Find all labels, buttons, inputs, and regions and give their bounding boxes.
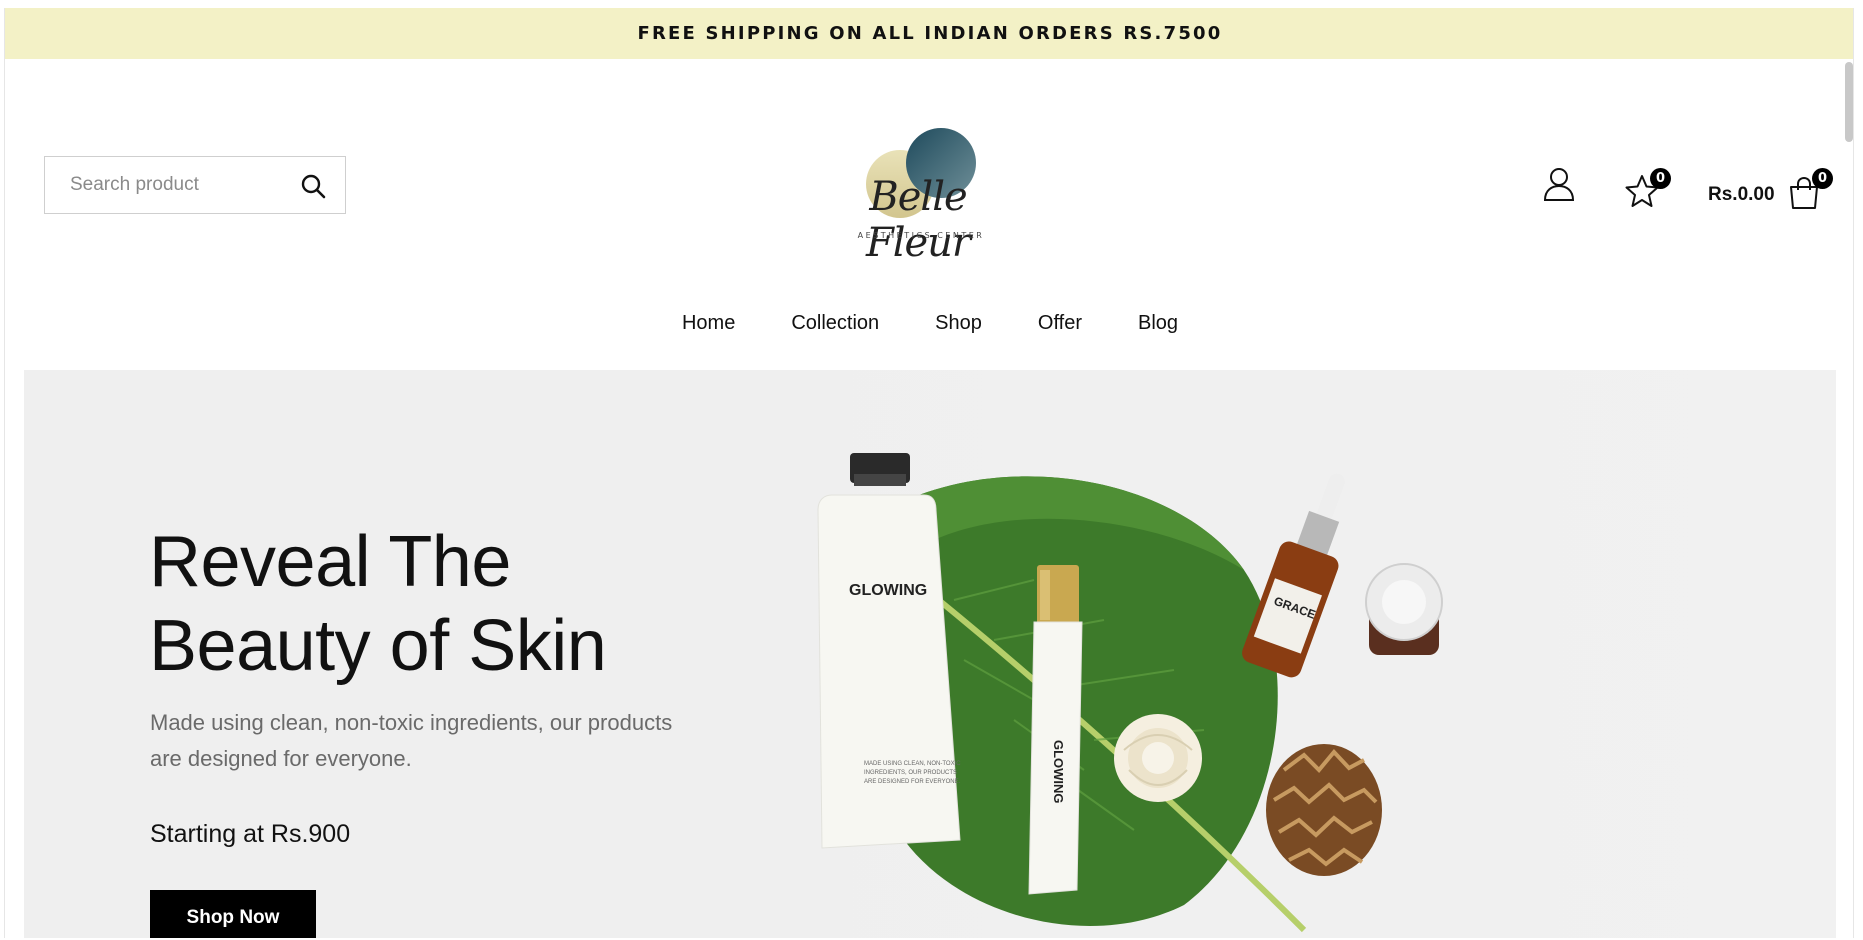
announcement-text: FREE SHIPPING ON ALL INDIAN ORDERS RS.75… (637, 23, 1223, 44)
hero-price: Starting at Rs.900 (150, 820, 351, 848)
tube-large-label: GLOWING (849, 582, 927, 599)
cart-total[interactable]: Rs.0.00 (1708, 184, 1775, 206)
site-logo[interactable]: Belle Fleur AESTHETICS CENTER (823, 126, 1013, 266)
logo-tagline: AESTHETICS CENTER (857, 231, 985, 240)
nav-shop[interactable]: Shop (935, 312, 982, 335)
search-icon[interactable] (299, 172, 327, 200)
small-jar (1365, 563, 1443, 655)
svg-text:INGREDIENTS, OUR PRODUCTS: INGREDIENTS, OUR PRODUCTS (864, 770, 957, 776)
search-box[interactable] (44, 156, 346, 214)
main-nav: Home Collection Shop Offer Blog (5, 312, 1853, 335)
account-icon[interactable] (1542, 166, 1576, 202)
nav-home[interactable]: Home (682, 312, 735, 335)
nav-blog[interactable]: Blog (1138, 312, 1178, 335)
pine-cone (1266, 744, 1382, 876)
nav-collection[interactable]: Collection (791, 312, 879, 335)
svg-text:ARE DESIGNED FOR EVERYONE.: ARE DESIGNED FOR EVERYONE. (864, 779, 961, 785)
search-input[interactable] (70, 174, 290, 196)
scrollbar[interactable] (1845, 62, 1853, 142)
svg-text:MADE USING CLEAN, NON-TOXIC: MADE USING CLEAN, NON-TOXIC (864, 761, 961, 767)
nav-offer[interactable]: Offer (1038, 312, 1082, 335)
hero-description: Made using clean, non-toxic ingredients,… (150, 710, 673, 771)
shop-now-button[interactable]: Shop Now (150, 890, 316, 938)
wishlist-count-badge: 0 (1650, 168, 1671, 189)
announcement-bar: FREE SHIPPING ON ALL INDIAN ORDERS RS.75… (5, 8, 1853, 59)
cart-button[interactable]: 0 (1787, 168, 1842, 213)
hero-title-line2: Beauty of Skin (149, 606, 607, 686)
hero-product-image: GLOWING MADE USING CLEAN, NON-TOXIC INGR… (704, 370, 1836, 938)
hero-title: Reveal The Beauty of Skin (149, 520, 607, 688)
hero-illustration: GLOWING MADE USING CLEAN, NON-TOXIC INGR… (817, 453, 1443, 933)
hero-banner: GLOWING MADE USING CLEAN, NON-TOXIC INGR… (24, 370, 1836, 938)
logo-text: Belle Fleur (865, 174, 971, 266)
hero-title-line1: Reveal The (149, 522, 511, 602)
wishlist-button[interactable]: 0 (1625, 168, 1685, 208)
page-frame: FREE SHIPPING ON ALL INDIAN ORDERS RS.75… (4, 8, 1854, 938)
dropper-bottle: GRACE (1242, 473, 1345, 678)
cart-count-badge: 0 (1812, 168, 1833, 189)
tube-small-label: GLOWING (1051, 740, 1066, 804)
